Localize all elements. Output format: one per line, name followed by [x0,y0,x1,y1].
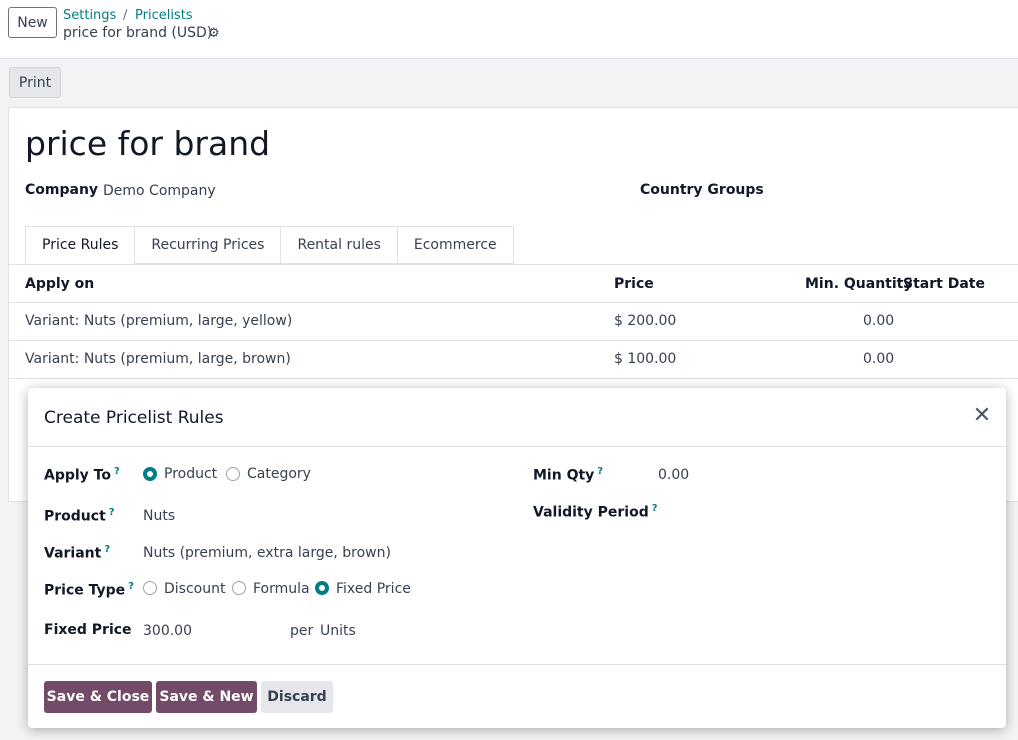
tab-rental-rules[interactable]: Rental rules [280,226,398,264]
fixed-price-field[interactable]: 300.00 [143,623,192,639]
help-icon[interactable]: ? [114,466,120,477]
dialog-header-divider [28,446,1006,447]
company-label: Company [25,182,99,198]
company-field[interactable]: Demo Company [103,183,216,199]
breadcrumb-separator: / [123,8,128,23]
column-header-start-date[interactable]: Start Date [903,276,985,292]
help-icon[interactable]: ? [597,466,603,477]
help-icon[interactable]: ? [104,544,110,555]
radio-formula-label[interactable]: Formula [253,581,310,597]
per-label: per [290,623,314,639]
variant-field[interactable]: Nuts (premium, extra large, brown) [143,545,391,561]
radio-category-label[interactable]: Category [247,466,311,482]
dialog-title: Create Pricelist Rules [44,408,224,428]
variant-label: Variant? [44,544,111,562]
discard-button[interactable]: Discard [261,681,333,713]
tab-ecommerce[interactable]: Ecommerce [396,226,514,264]
create-pricelist-rules-dialog: Create Pricelist Rules ✕ Apply To? Produ… [28,388,1006,728]
tab-price-rules[interactable]: Price Rules [25,226,136,264]
radio-product-label[interactable]: Product [164,466,217,482]
record-title: price for brand (USD) [63,25,213,41]
save-new-button[interactable]: Save & New [156,681,257,713]
min-qty-label: Min Qty? [533,466,604,484]
table-row-min-qty[interactable]: 0.00 [863,351,894,367]
radio-product[interactable] [143,467,157,481]
product-field[interactable]: Nuts [143,508,175,524]
min-qty-field[interactable]: 0.00 [658,467,689,483]
gear-icon[interactable]: ⚙ [208,26,220,41]
control-panel: New Settings / Pricelists price for bran… [0,0,1018,59]
save-close-button[interactable]: Save & Close [44,681,152,713]
breadcrumb-pricelists[interactable]: Pricelists [135,8,193,23]
radio-category[interactable] [226,467,240,481]
uom-field[interactable]: Units [320,623,356,639]
table-row-price[interactable]: $ 100.00 [614,351,676,367]
table-row-apply-on[interactable]: Variant: Nuts (premium, large, yellow) [25,313,292,329]
price-type-label: Price Type? [44,581,134,599]
radio-discount[interactable] [143,581,157,595]
column-header-apply-on[interactable]: Apply on [25,276,94,292]
tab-divider [8,264,1018,265]
column-header-price[interactable]: Price [614,276,654,292]
tab-recurring-prices[interactable]: Recurring Prices [134,226,282,264]
table-divider [8,340,1018,341]
table-divider [8,302,1018,303]
print-button[interactable]: Print [9,67,61,98]
help-icon[interactable]: ? [109,507,115,518]
help-icon[interactable]: ? [652,503,658,514]
table-row-price[interactable]: $ 200.00 [614,313,676,329]
column-header-min-quantity[interactable]: Min. Quantity [805,276,912,292]
radio-fixed-price[interactable] [315,581,329,595]
new-button[interactable]: New [8,7,57,38]
pricelist-name[interactable]: price for brand [25,124,270,163]
apply-to-label: Apply To? [44,466,120,484]
notebook-tabs: Price Rules Recurring Prices Rental rule… [25,226,514,264]
radio-formula[interactable] [232,581,246,595]
breadcrumb-settings[interactable]: Settings [63,8,116,23]
table-row-min-qty[interactable]: 0.00 [863,313,894,329]
radio-discount-label[interactable]: Discount [164,581,225,597]
table-divider [8,378,1018,379]
help-icon[interactable]: ? [128,581,134,592]
dialog-footer-divider [28,664,1006,665]
close-icon[interactable]: ✕ [971,405,993,427]
product-label: Product? [44,507,115,525]
fixed-price-label: Fixed Price [44,622,132,638]
radio-fixed-price-label[interactable]: Fixed Price [336,581,411,597]
validity-period-label: Validity Period? [533,503,658,521]
country-groups-label: Country Groups [640,182,764,198]
table-row-apply-on[interactable]: Variant: Nuts (premium, large, brown) [25,351,291,367]
